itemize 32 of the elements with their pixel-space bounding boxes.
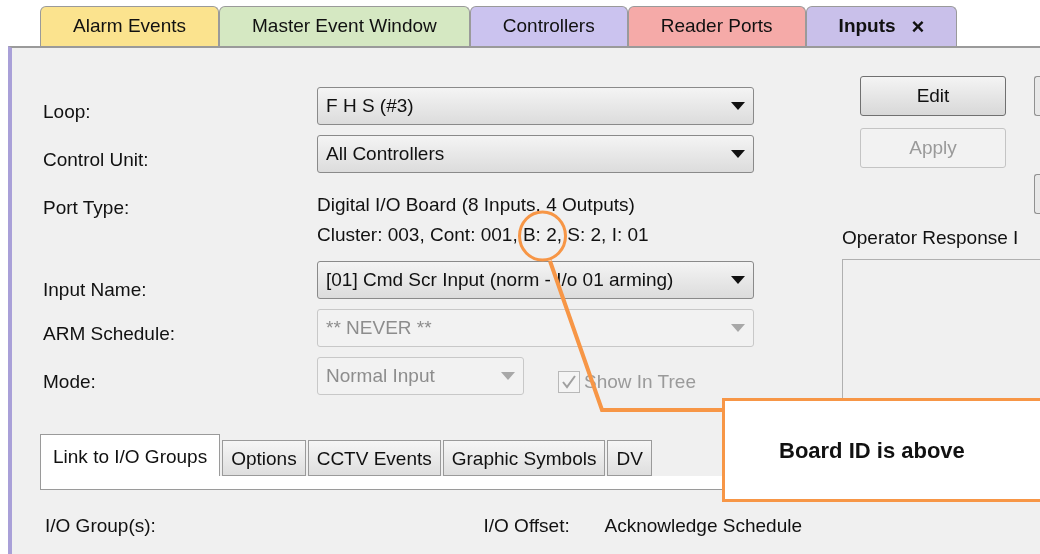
field-label: I/O Group(s):	[45, 514, 157, 538]
tab[interactable]: Reader Ports	[627, 6, 806, 46]
dropdown-field[interactable]: All Controllers	[317, 135, 754, 173]
tab[interactable]: Options	[222, 440, 306, 476]
tab[interactable]: Controllers	[469, 6, 628, 46]
close-icon[interactable]: ×	[911, 15, 925, 38]
field-label: Mode:	[43, 370, 96, 392]
dropdown-arrow-icon	[731, 102, 745, 110]
tab[interactable]: Inputs ×	[805, 6, 958, 46]
tab[interactable]: Graphic Symbols	[442, 440, 606, 476]
action-button[interactable]: Edit	[860, 76, 1006, 116]
tab[interactable]: CCTV Events	[307, 440, 441, 476]
dropdown-arrow-icon	[731, 276, 745, 284]
port-info-text: Digital I/O Board (8 Inputs, 4 Outputs)	[317, 194, 636, 216]
port-info-text: Cluster: 003, Cont: 001, B: 2, S: 2, I: 01	[317, 224, 649, 246]
section-label: Operator Response I	[842, 227, 1019, 248]
field-label: Loop:	[43, 100, 91, 122]
field-label: Control Unit:	[43, 148, 149, 170]
dropdown-arrow-icon	[731, 150, 745, 158]
tab[interactable]: Alarm Events	[40, 6, 219, 46]
tab[interactable]: Link to I/O Groups	[40, 434, 221, 476]
dropdown-arrow-icon	[731, 324, 745, 332]
callout-text: Board ID is above	[779, 436, 965, 465]
tab[interactable]: DV	[607, 440, 652, 476]
field-label: Input Name:	[43, 278, 147, 300]
tab[interactable]: Master Event Window	[219, 6, 470, 46]
dropdown-arrow-icon	[501, 372, 515, 380]
field-label: Port Type:	[43, 197, 130, 218]
field-label: ARM Schedule:	[43, 322, 175, 344]
field-label: I/O Offset:	[483, 514, 571, 538]
dropdown-field[interactable]: F H S (#3)	[317, 87, 754, 125]
field-label: Acknowledge Schedule	[604, 514, 802, 538]
